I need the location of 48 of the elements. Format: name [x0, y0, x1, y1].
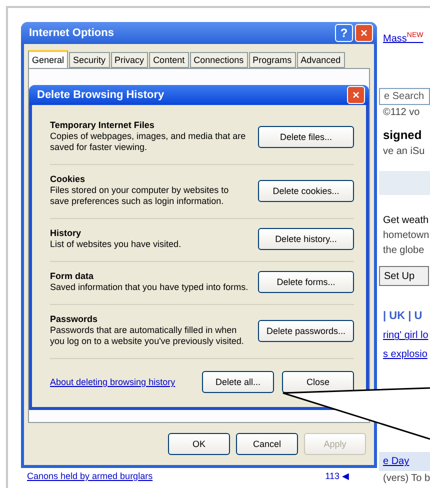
tab[interactable]: Privacy — [110, 52, 148, 68]
delete-button[interactable]: Delete passwords... — [258, 320, 354, 342]
page-text: hometown — [382, 229, 430, 244]
delete-button[interactable]: Delete files... — [258, 126, 354, 148]
page-link[interactable]: ring' girl lo — [379, 328, 430, 344]
section-heading: Cookies — [50, 174, 86, 185]
close-button[interactable]: × — [347, 86, 365, 104]
close-button[interactable]: × — [355, 24, 373, 42]
section-description: List of websites you have visited. — [50, 239, 182, 250]
page-text: the globe — [382, 244, 426, 258]
section-heading: Temporary Internet Files — [50, 120, 156, 131]
section-heading: Passwords — [50, 314, 99, 325]
section-heading: Form data — [50, 271, 95, 282]
section-description: Files stored on your computer by websites to save preferences such as login information. — [50, 185, 230, 207]
delete-button[interactable]: Delete history... — [258, 228, 354, 250]
set-up-button[interactable]: Set Up — [379, 266, 429, 286]
comment-count[interactable]: 113 ◀ — [325, 471, 349, 481]
delete-button[interactable]: Delete cookies... — [258, 180, 354, 202]
page-heading: signed — [382, 127, 423, 144]
section-heading: e Day — [379, 452, 430, 472]
section-description: Passwords that are automatically filled in when you log on to a website you've previously visited. — [50, 325, 245, 347]
page-link[interactable]: s explosio — [379, 347, 430, 362]
section-description: Saved information that you have typed into forms. — [50, 282, 250, 293]
tab[interactable]: Connections — [190, 52, 248, 68]
page-text: (vers) To b — [382, 472, 430, 486]
about-link[interactable]: About deleting browsing history — [50, 377, 194, 387]
delete-all-button[interactable]: Delete all... — [202, 371, 274, 393]
news-link[interactable]: Canons held by armed burglars — [27, 471, 153, 481]
window-title: Internet Options — [29, 27, 115, 39]
tab[interactable]: Security — [69, 52, 110, 68]
delete-button[interactable]: Delete forms... — [258, 271, 354, 293]
dialog-button[interactable]: OK — [168, 433, 230, 455]
page-text: ve an iSu — [382, 145, 426, 160]
region-links[interactable]: | UK | U — [379, 308, 430, 324]
tab[interactable]: Programs — [248, 52, 296, 68]
tab[interactable]: Advanced — [296, 52, 345, 68]
help-button[interactable]: ? — [335, 24, 353, 42]
tab[interactable]: General — [28, 50, 68, 68]
dialog-title: Delete Browsing History — [37, 89, 166, 101]
dialog-button[interactable]: Cancel — [236, 433, 298, 455]
tab[interactable]: Content — [149, 52, 189, 68]
search-field[interactable]: e Search — [379, 88, 430, 106]
page-text: ©112 vo — [382, 106, 421, 120]
page-link[interactable]: Mass$^{NEW}$ — [379, 30, 430, 46]
section-heading: History — [50, 228, 82, 239]
section-description: Copies of webpages, images, and media that are saved for faster viewing. — [50, 131, 247, 153]
close-button[interactable]: Close — [282, 371, 354, 393]
page-text: Get weath — [379, 171, 430, 228]
